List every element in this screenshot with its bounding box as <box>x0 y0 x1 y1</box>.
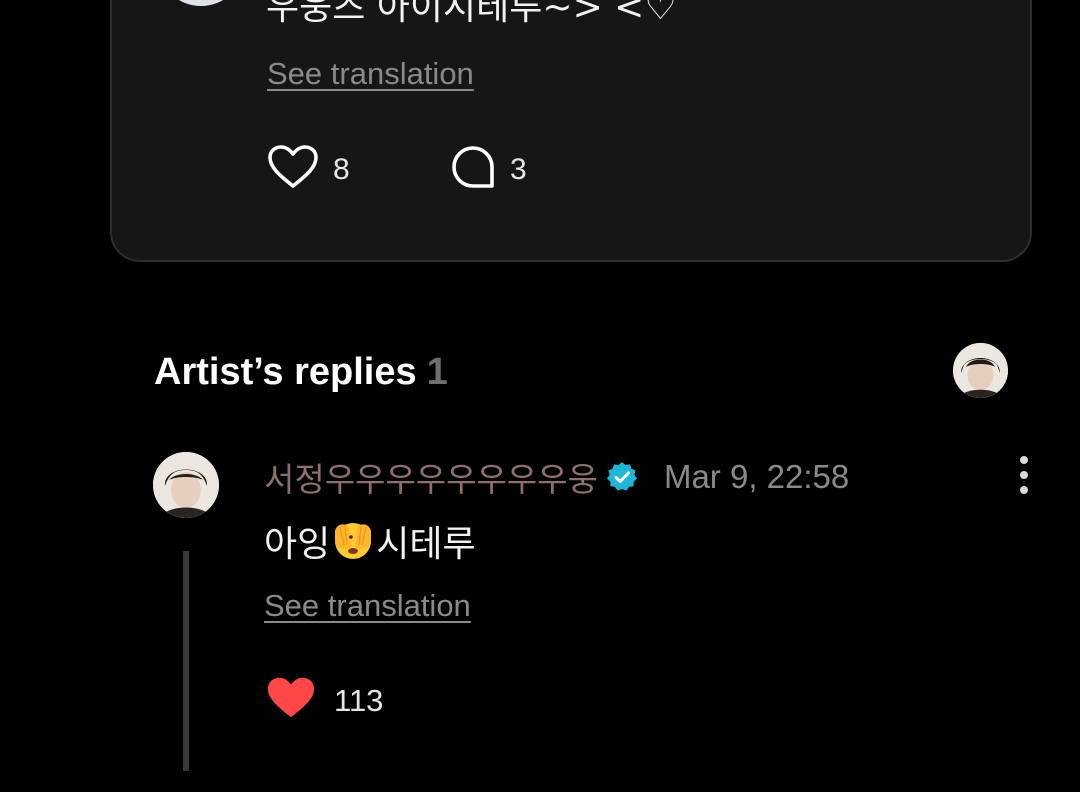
reply-like-count: 113 <box>334 682 384 718</box>
artist-replies-count: 1 <box>426 351 448 393</box>
speech-bubble-icon <box>450 144 496 195</box>
more-vertical-icon <box>1008 456 1040 499</box>
heart-filled-icon <box>266 675 316 726</box>
reply-text: 아잉 시테루 <box>264 517 476 572</box>
verified-badge-icon <box>606 461 638 493</box>
artist-avatar-small[interactable] <box>953 343 1008 398</box>
post-reply-button[interactable]: 3 <box>450 144 527 195</box>
reply-text-before: 아잉 <box>264 523 331 565</box>
artist-replies-header: Artist’s replies 1 <box>154 350 448 394</box>
reply-timestamp: Mar 9, 22:58 <box>663 458 850 495</box>
post-like-count: 8 <box>333 152 350 186</box>
reply-meta: 서정우우우우우우우우웅 Mar 9, 22:58 <box>264 453 850 501</box>
reply-author-avatar[interactable] <box>153 452 219 518</box>
reply-like-button[interactable]: 113 <box>266 675 383 726</box>
post-reply-count: 3 <box>510 152 527 186</box>
post-text: 우웅즈 아이시테루~> <♡ <box>266 0 677 28</box>
post-like-button[interactable]: 8 <box>267 144 350 195</box>
more-options-button[interactable] <box>1008 455 1040 495</box>
post-card: 우웅즈 아이시테루~> <♡ See translation 8 3 <box>110 0 1032 262</box>
artist-replies-title: Artist’s replies <box>154 351 417 393</box>
face-with-peeking-eye-emoji <box>331 517 375 572</box>
post-author-avatar[interactable] <box>158 0 244 6</box>
reply-author-name[interactable]: 서정우우우우우우우우웅 <box>264 453 598 501</box>
reply-text-after: 시테루 <box>376 523 476 565</box>
reply-see-translation-link[interactable]: See translation <box>264 588 471 624</box>
heart-outline-icon <box>267 144 319 195</box>
thread-line <box>183 551 189 771</box>
post-see-translation-link[interactable]: See translation <box>267 56 474 92</box>
